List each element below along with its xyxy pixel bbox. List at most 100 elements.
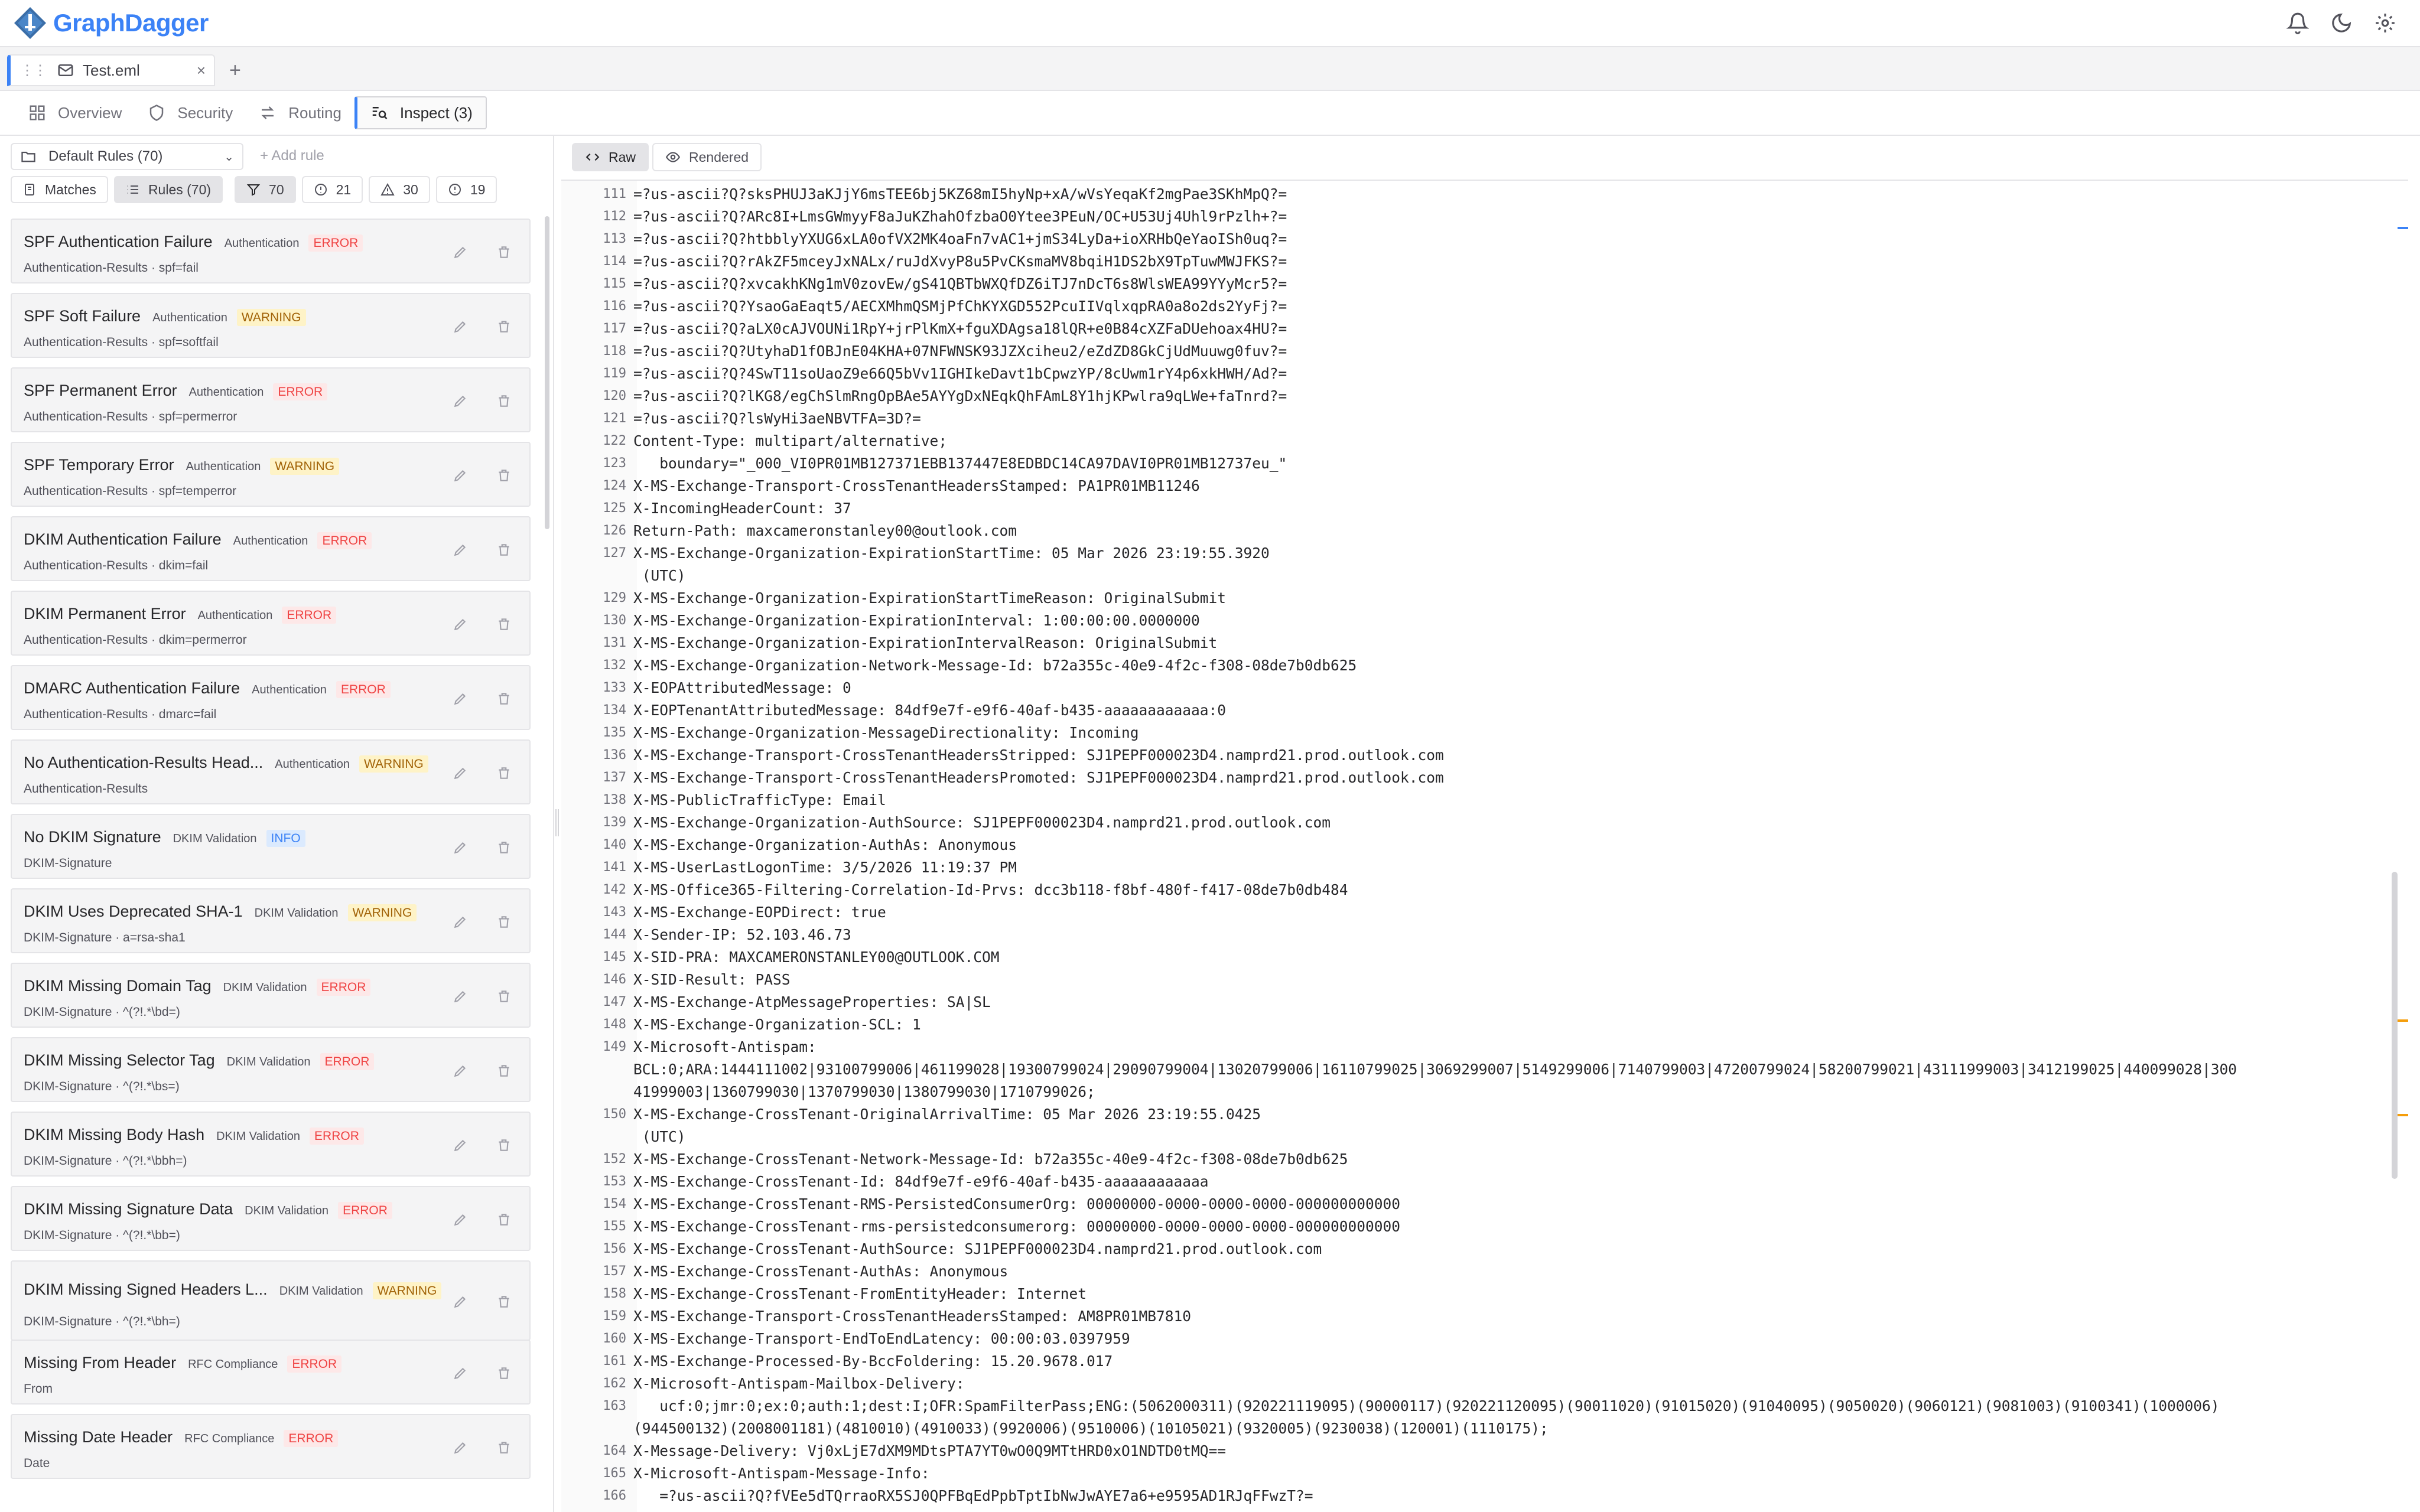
matches-button[interactable]: Matches <box>11 176 108 203</box>
edit-icon[interactable] <box>453 1366 468 1381</box>
trash-icon[interactable] <box>496 542 512 558</box>
rule-card[interactable]: DMARC Authentication Failure Authenticati… <box>11 665 531 730</box>
rules-scrollbar[interactable] <box>545 216 549 529</box>
edit-icon[interactable] <box>453 914 468 930</box>
rule-card[interactable]: DKIM Permanent Error Authentication ERROR A… <box>11 591 531 656</box>
edit-icon[interactable] <box>453 617 468 632</box>
source-line: X-MS-UserLastLogonTime: 3/5/2026 11:19:3… <box>633 859 1017 876</box>
trash-icon[interactable] <box>496 989 512 1004</box>
trash-icon[interactable] <box>496 1440 512 1455</box>
info-circle-icon <box>314 184 327 195</box>
rule-card[interactable]: DKIM Missing Signature Data DKIM Validati… <box>11 1186 531 1251</box>
source-scrollbar[interactable] <box>2392 181 2398 1512</box>
edit-icon[interactable] <box>453 691 468 706</box>
rule-match-target: Authentication-Results · spf=temperror <box>24 484 237 498</box>
file-tab[interactable]: ⋮⋮ Test.eml × <box>7 54 215 86</box>
edit-icon[interactable] <box>453 1063 468 1078</box>
edit-icon[interactable] <box>453 1440 468 1455</box>
tab-routing[interactable]: Routing <box>246 96 354 129</box>
edit-icon[interactable] <box>453 989 468 1004</box>
trash-icon[interactable] <box>496 1138 512 1153</box>
raw-view-button[interactable]: Raw <box>572 143 649 171</box>
edit-icon[interactable] <box>453 245 468 260</box>
tab-overview[interactable]: Overview <box>15 96 135 129</box>
app-logo[interactable]: GraphDagger <box>13 6 209 40</box>
trash-icon[interactable] <box>496 914 512 930</box>
filter-warning-button[interactable]: 30 <box>369 176 430 203</box>
rule-match-target: From <box>24 1382 53 1396</box>
filter-info-button[interactable]: 21 <box>301 176 363 203</box>
rule-card[interactable]: SPF Permanent Error Authentication ERROR Au… <box>11 367 531 432</box>
line-number: 138 <box>603 793 626 807</box>
rule-card[interactable]: Missing From Header RFC Compliance ERROR Fr… <box>11 1340 531 1405</box>
edit-icon[interactable] <box>453 1212 468 1227</box>
rules-button[interactable]: Rules (70) <box>113 176 223 203</box>
source-line: =?us-ascii?Q?ARc8I+LmsGWmyyF8aJuKZhahOfz… <box>633 208 1287 225</box>
add-tab-button[interactable]: + <box>229 59 241 82</box>
rule-card[interactable]: DKIM Missing Body Hash DKIM Validation ERR… <box>11 1112 531 1177</box>
trash-icon[interactable] <box>496 1294 512 1309</box>
filter-all-button[interactable]: 70 <box>235 176 296 203</box>
edit-icon[interactable] <box>453 1138 468 1153</box>
trash-icon[interactable] <box>496 1063 512 1078</box>
raw-source-view[interactable]: 111 =?us-ascii?Q?sksPHUJ3aKJjY6msTEE6bj5K… <box>561 180 2408 1512</box>
drag-handle-icon[interactable]: ⋮⋮ <box>20 62 47 79</box>
moon-icon[interactable] <box>2330 12 2353 34</box>
bell-icon[interactable] <box>2286 12 2309 34</box>
filter-error-button[interactable]: 19 <box>435 176 497 203</box>
rendered-view-button[interactable]: Rendered <box>652 143 762 171</box>
rule-card[interactable]: Missing Date Header RFC Compliance ERROR Da… <box>11 1414 531 1479</box>
rule-card[interactable]: DKIM Uses Deprecated SHA-1 DKIM Validatio… <box>11 888 531 953</box>
rule-card[interactable]: SPF Temporary Error Authentication WARNING… <box>11 442 531 507</box>
source-line: X-MS-Exchange-Organization-ExpirationInt… <box>633 612 1200 629</box>
close-icon[interactable]: × <box>197 61 206 80</box>
rule-card[interactable]: SPF Soft Failure Authentication WARNING Aut… <box>11 293 531 358</box>
source-line: X-MS-Exchange-CrossTenant-Id: 84df9e7f-e… <box>633 1173 1209 1190</box>
trash-icon[interactable] <box>496 1366 512 1381</box>
rule-card[interactable]: No Authentication-Results Head... Authent… <box>11 739 531 804</box>
ruleset-select[interactable]: Default Rules (70) ⌄ <box>11 143 243 170</box>
trash-icon[interactable] <box>496 840 512 855</box>
add-rule-button[interactable]: + Add rule <box>260 148 324 164</box>
edit-icon[interactable] <box>453 542 468 558</box>
rule-card[interactable]: DKIM Missing Selector Tag DKIM Validation… <box>11 1037 531 1102</box>
rule-card[interactable]: SPF Authentication Failure Authentication… <box>11 219 531 284</box>
rule-title: SPF Temporary Error <box>24 456 174 474</box>
edit-icon[interactable] <box>453 765 468 781</box>
panel-resize-handle[interactable] <box>555 809 559 836</box>
edit-icon[interactable] <box>453 319 468 334</box>
edit-icon[interactable] <box>453 393 468 409</box>
line-number: 166 <box>603 1488 626 1503</box>
trash-icon[interactable] <box>496 1212 512 1227</box>
line-number: 133 <box>603 680 626 695</box>
edit-icon[interactable] <box>453 1294 468 1309</box>
rule-title: No Authentication-Results Head... <box>24 754 264 771</box>
rule-card[interactable]: DKIM Missing Signed Headers L... DKIM Val… <box>11 1260 531 1341</box>
line-number: 155 <box>603 1219 626 1234</box>
tab-security[interactable]: Security <box>135 96 246 129</box>
edit-icon[interactable] <box>453 840 468 855</box>
code-icon <box>586 153 600 161</box>
trash-icon[interactable] <box>496 319 512 334</box>
line-number: 152 <box>603 1152 626 1166</box>
rule-card[interactable]: No DKIM Signature DKIM Validation INFO DKIM… <box>11 814 531 879</box>
trash-icon[interactable] <box>496 245 512 260</box>
trash-icon[interactable] <box>496 617 512 632</box>
tab-inspect[interactable]: Inspect (3) <box>354 96 487 129</box>
trash-icon[interactable] <box>496 393 512 409</box>
rule-category: DKIM Validation <box>254 907 339 920</box>
rule-category: DKIM Validation <box>279 1285 363 1298</box>
top-actions <box>2286 12 2396 34</box>
rule-card[interactable]: DKIM Missing Domain Tag DKIM Validation ER… <box>11 963 531 1028</box>
line-number: 112 <box>603 209 626 224</box>
line-number: 143 <box>603 905 626 920</box>
rule-match-target: Authentication-Results · dmarc=fail <box>24 708 217 721</box>
line-number: 148 <box>603 1017 626 1032</box>
trash-icon[interactable] <box>496 765 512 781</box>
source-scroll-thumb[interactable] <box>2392 872 2398 1179</box>
trash-icon[interactable] <box>496 691 512 706</box>
trash-icon[interactable] <box>496 468 512 483</box>
gear-icon[interactable] <box>2374 12 2396 34</box>
edit-icon[interactable] <box>453 468 468 483</box>
rule-card[interactable]: DKIM Authentication Failure Authenticatio… <box>11 516 531 581</box>
